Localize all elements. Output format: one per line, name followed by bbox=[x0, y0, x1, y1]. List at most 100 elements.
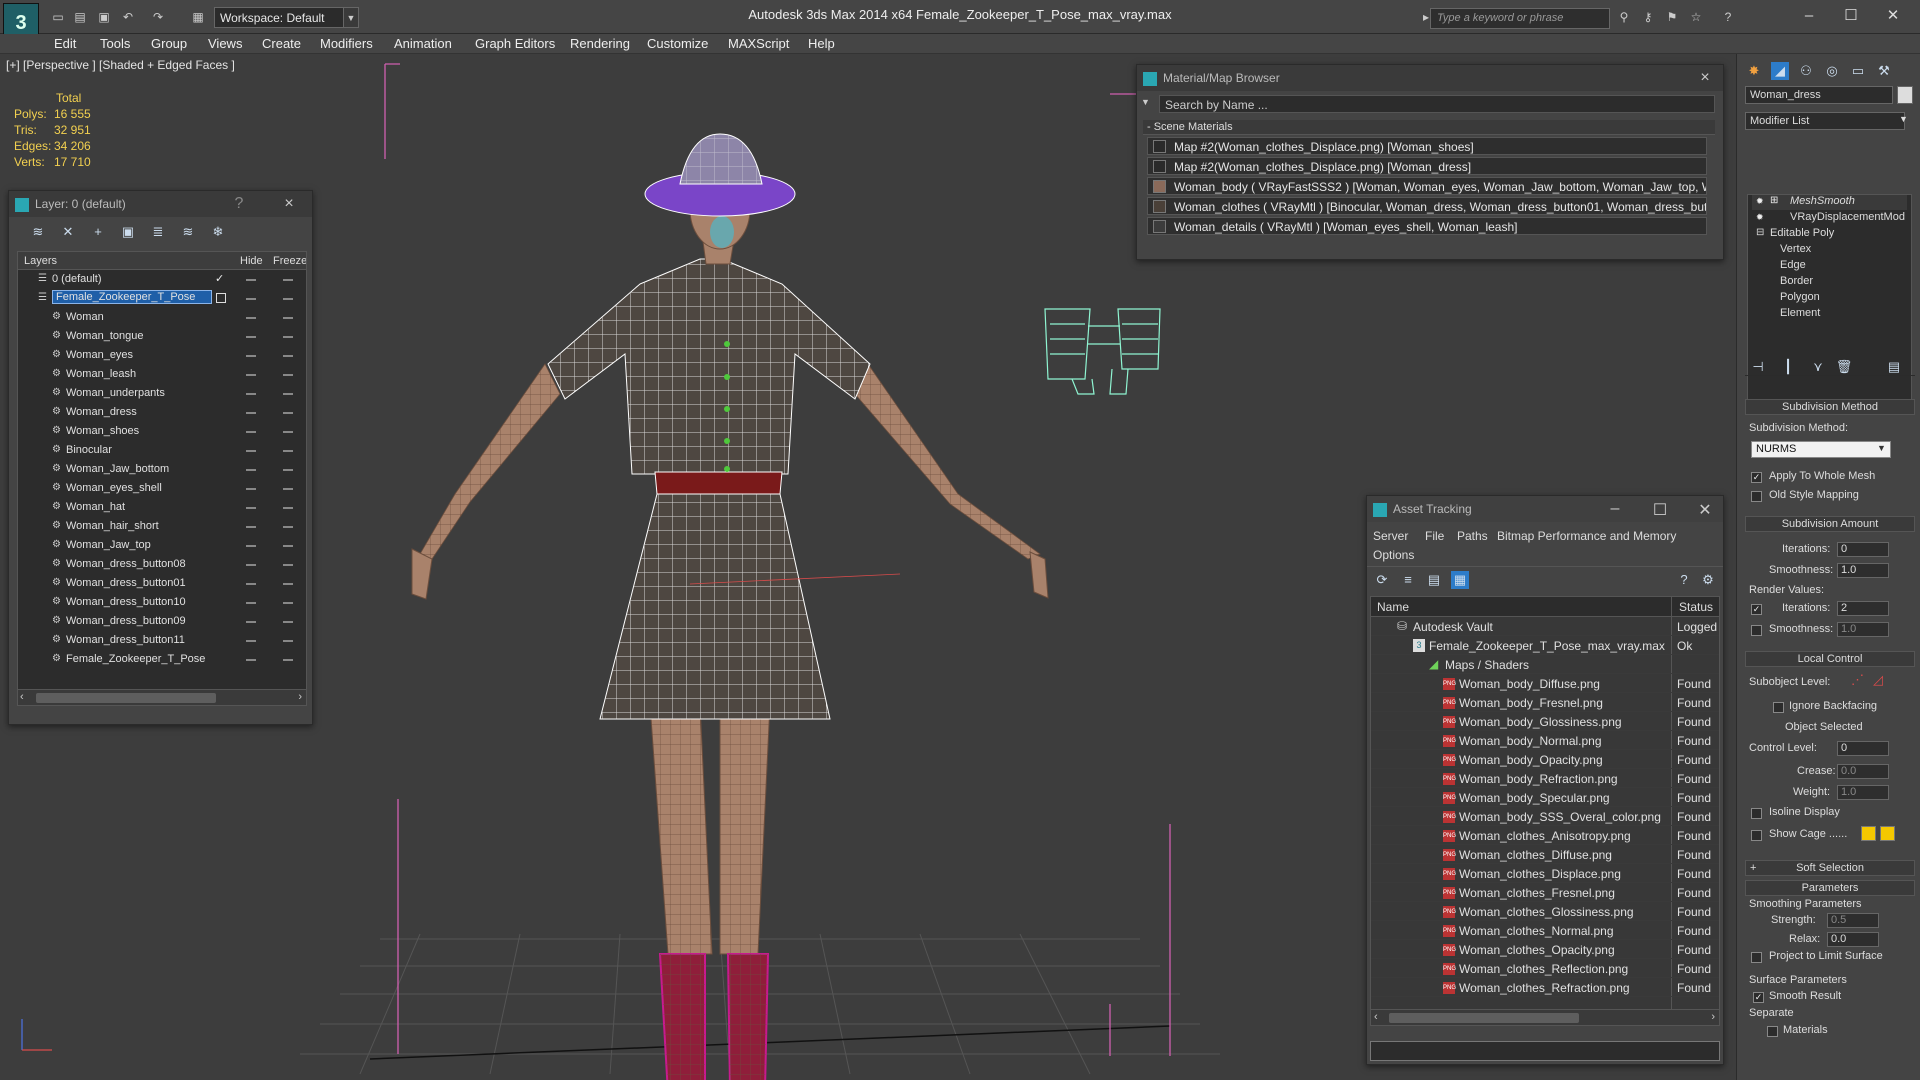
scroll-right-icon[interactable]: › bbox=[1711, 1011, 1715, 1023]
asset-row[interactable]: PNG Woman_body_Specular.png Found bbox=[1371, 788, 1719, 807]
modifier-list-dropdown[interactable]: Modifier List bbox=[1745, 112, 1905, 130]
make-unique-icon[interactable]: ⋎ bbox=[1809, 358, 1827, 376]
refresh-icon[interactable]: ⟳ bbox=[1373, 571, 1391, 589]
rollout-soft-selection[interactable]: + Soft Selection bbox=[1745, 860, 1915, 876]
menu-server[interactable]: Server bbox=[1373, 529, 1408, 543]
hide-toggle[interactable] bbox=[246, 374, 256, 376]
hide-toggle[interactable] bbox=[246, 393, 256, 395]
asset-row[interactable]: PNG Woman_body_Refraction.png Found bbox=[1371, 769, 1719, 788]
hide-toggle[interactable] bbox=[246, 602, 256, 604]
menu-edit[interactable]: Edit bbox=[54, 36, 76, 51]
smoothness-spinner[interactable]: 1.0 bbox=[1837, 563, 1889, 578]
display-tab-icon[interactable]: ▭ bbox=[1849, 62, 1867, 80]
freeze-toggle[interactable] bbox=[283, 355, 293, 357]
chevron-down-icon[interactable]: ▼ bbox=[1899, 114, 1908, 124]
hide-toggle[interactable] bbox=[246, 640, 256, 642]
strength-spinner[interactable]: 0.5 bbox=[1827, 913, 1879, 928]
utilities-tab-icon[interactable]: ⚒ bbox=[1875, 62, 1893, 80]
menu-modifiers[interactable]: Modifiers bbox=[320, 36, 373, 51]
hide-toggle[interactable] bbox=[246, 469, 256, 471]
asset-row[interactable]: PNG Woman_clothes_Normal.png Found bbox=[1371, 921, 1719, 940]
asset-row[interactable]: PNG Woman_clothes_Fresnel.png Found bbox=[1371, 883, 1719, 902]
chevron-down-icon[interactable]: ▼ bbox=[1877, 443, 1886, 453]
object-name-field[interactable]: Woman_dress bbox=[1745, 86, 1893, 104]
render-iterations-spinner[interactable]: 2 bbox=[1837, 601, 1889, 616]
close-icon[interactable]: × bbox=[1697, 69, 1713, 87]
relax-spinner[interactable]: 0.0 bbox=[1827, 932, 1879, 947]
create-tab-icon[interactable]: ✸ bbox=[1745, 62, 1763, 80]
minimize-button[interactable]: – bbox=[1607, 500, 1623, 518]
delete-layer-icon[interactable]: ✕ bbox=[59, 223, 77, 241]
motion-tab-icon[interactable]: ◎ bbox=[1823, 62, 1841, 80]
hide-toggle[interactable] bbox=[246, 279, 256, 281]
layer-row[interactable]: ⚙ Woman_tongue bbox=[18, 327, 306, 346]
help-icon[interactable]: ? bbox=[231, 195, 247, 213]
freeze-toggle[interactable] bbox=[283, 640, 293, 642]
make-current-icon[interactable] bbox=[216, 293, 226, 303]
layer-row[interactable]: ⚙ Woman_dress_button01 bbox=[18, 574, 306, 593]
edge-level-icon[interactable]: ◿ bbox=[1873, 672, 1883, 688]
rollout-parameters[interactable]: Parameters bbox=[1745, 880, 1915, 896]
hide-toggle[interactable] bbox=[246, 526, 256, 528]
hide-toggle[interactable] bbox=[246, 431, 256, 433]
freeze-toggle[interactable] bbox=[283, 336, 293, 338]
expand-icon[interactable]: ⊞ bbox=[1770, 195, 1778, 206]
menu-views[interactable]: Views bbox=[208, 36, 242, 51]
layer-row[interactable]: ⚙ Woman_leash bbox=[18, 365, 306, 384]
hide-toggle[interactable] bbox=[246, 564, 256, 566]
layer-row[interactable]: ⚙ Woman_dress_button09 bbox=[18, 612, 306, 631]
menu-animation[interactable]: Animation bbox=[394, 36, 452, 51]
light-bulb-icon[interactable]: ✹ bbox=[1756, 212, 1764, 223]
asset-row[interactable]: PNG Woman_body_Opacity.png Found bbox=[1371, 750, 1719, 769]
communication-icon[interactable]: ⚑ bbox=[1664, 9, 1680, 25]
freeze-toggle[interactable] bbox=[283, 621, 293, 623]
layer-row[interactable]: ⚙ Woman_Jaw_bottom bbox=[18, 460, 306, 479]
freeze-toggle[interactable] bbox=[283, 393, 293, 395]
layer-row[interactable]: ⚙ Woman_dress_button10 bbox=[18, 593, 306, 612]
freeze-toggle[interactable] bbox=[283, 526, 293, 528]
freeze-toggle[interactable] bbox=[283, 317, 293, 319]
layer-row[interactable]: ☰ Female_Zookeeper_T_Pose bbox=[18, 289, 306, 308]
column-hide[interactable]: Hide bbox=[240, 255, 263, 267]
iterations-spinner[interactable]: 0 bbox=[1837, 542, 1889, 557]
render-smoothness-spinner[interactable]: 1.0 bbox=[1837, 622, 1889, 637]
menu-graph-editors[interactable]: Graph Editors bbox=[475, 36, 555, 51]
create-layer-icon[interactable]: ≋ bbox=[29, 223, 47, 241]
hide-toggle[interactable] bbox=[246, 545, 256, 547]
add-to-layer-icon[interactable]: + bbox=[89, 223, 107, 241]
show-end-result-icon[interactable]: ┃ bbox=[1779, 358, 1797, 376]
freeze-toggle[interactable] bbox=[283, 298, 293, 300]
stack-item-edge[interactable]: Edge bbox=[1780, 259, 1806, 271]
layer-row[interactable]: ⚙ Woman_shoes bbox=[18, 422, 306, 441]
configure-sets-icon[interactable]: ▤ bbox=[1885, 358, 1903, 376]
menu-file[interactable]: File bbox=[1425, 529, 1444, 543]
layer-row[interactable]: ⚙ Woman_eyes_shell bbox=[18, 479, 306, 498]
weight-spinner[interactable]: 1.0 bbox=[1837, 785, 1889, 800]
render-smoothness-checkbox[interactable] bbox=[1751, 625, 1762, 636]
hide-toggle[interactable] bbox=[246, 355, 256, 357]
light-bulb-icon[interactable]: ✹ bbox=[1756, 196, 1764, 207]
key-icon[interactable]: ⚷ bbox=[1640, 9, 1656, 25]
layer-row[interactable]: ⚙ Binocular bbox=[18, 441, 306, 460]
scene-materials-header[interactable]: - Scene Materials bbox=[1143, 120, 1715, 135]
scroll-left-icon[interactable]: ‹ bbox=[1374, 1011, 1378, 1023]
hide-toggle[interactable] bbox=[246, 659, 256, 661]
scroll-left-icon[interactable]: ‹ bbox=[20, 691, 24, 703]
asset-row[interactable]: PNG Woman_body_Glossiness.png Found bbox=[1371, 712, 1719, 731]
thumbnail-view-icon[interactable]: ▤ bbox=[1425, 571, 1443, 589]
hide-all-layers-icon[interactable]: ≋ bbox=[179, 223, 197, 241]
layer-row[interactable]: ⚙ Woman_eyes bbox=[18, 346, 306, 365]
freeze-toggle[interactable] bbox=[283, 469, 293, 471]
freeze-toggle[interactable] bbox=[283, 450, 293, 452]
freeze-toggle[interactable] bbox=[283, 545, 293, 547]
layer-row[interactable]: ⚙ Female_Zookeeper_T_Pose bbox=[18, 650, 306, 669]
asset-row[interactable]: PNG Woman_body_Diffuse.png Found bbox=[1371, 674, 1719, 693]
hide-toggle[interactable] bbox=[246, 488, 256, 490]
freeze-toggle[interactable] bbox=[283, 374, 293, 376]
hide-toggle[interactable] bbox=[246, 583, 256, 585]
scroll-right-icon[interactable]: › bbox=[298, 691, 302, 703]
layer-row[interactable]: ⚙ Woman_Jaw_top bbox=[18, 536, 306, 555]
current-layer-check-icon[interactable]: ✓ bbox=[215, 272, 224, 285]
layer-row[interactable]: ⚙ Woman_hair_short bbox=[18, 517, 306, 536]
smooth-result-checkbox[interactable]: ✓ bbox=[1753, 992, 1764, 1003]
